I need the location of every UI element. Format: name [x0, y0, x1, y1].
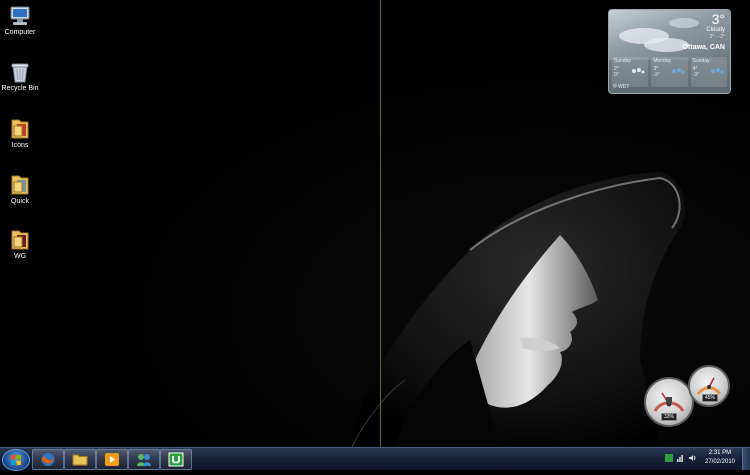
taskbar: 2:31 PM 27/02/2010: [0, 447, 750, 471]
desktop-icon-quick-folder[interactable]: Quick: [0, 172, 40, 205]
forecast-day-temps: 2° 0°: [614, 66, 619, 78]
forecast-day-name: Sunday: [614, 58, 631, 64]
window-edge-line: [380, 0, 381, 447]
snow-icon: [632, 68, 645, 74]
cpu-readout: 33%: [661, 413, 678, 421]
forecast-day-name: Sunday: [692, 58, 710, 64]
forecast-day: Sunday 4° -3°: [690, 57, 727, 87]
weather-city: Ottawa, CAN: [682, 44, 725, 51]
explorer-button[interactable]: [64, 449, 96, 470]
messenger-button[interactable]: [128, 449, 160, 470]
cpu-gauge: 33%: [644, 377, 694, 427]
weather-hi-lo: 3° - -2°: [709, 34, 725, 40]
show-desktop-button[interactable]: [742, 448, 750, 470]
utorrent-tray-icon[interactable]: [665, 454, 673, 462]
weather-credit: © WDT: [613, 84, 630, 90]
messenger-icon: [137, 454, 151, 466]
volume-icon[interactable]: [689, 454, 697, 462]
forecast-day: Monday 3° -3°: [651, 57, 688, 87]
start-button[interactable]: [2, 449, 30, 471]
weather-gadget[interactable]: 3° Cloudy 3° - -2° Ottawa, CAN Sunday 2°…: [608, 9, 731, 94]
forecast-day: Sunday 2° 0°: [612, 57, 649, 87]
weather-condition: Cloudy: [706, 27, 725, 33]
firefox-icon: [41, 453, 55, 466]
desktop-icon-label: Quick: [11, 198, 29, 205]
desktop-icon-icons-folder[interactable]: Icons: [0, 116, 40, 149]
firefox-button[interactable]: [32, 449, 64, 470]
taskbar-clock[interactable]: 2:31 PM 27/02/2010: [700, 449, 740, 467]
folder-icon: [11, 175, 29, 195]
folder-icon: [11, 119, 29, 139]
desktop-icon-label: Computer: [4, 29, 36, 36]
desktop-icon-label: Recycle Bin: [1, 85, 39, 92]
folder-icon: [72, 454, 88, 466]
network-icon[interactable]: [677, 454, 685, 462]
media-player-button[interactable]: [96, 449, 128, 470]
forecast-day-temps: 3° -3°: [653, 66, 660, 78]
weather-temperature: 3°: [711, 11, 725, 27]
computer-icon: [10, 6, 30, 25]
snow-icon: [710, 68, 724, 74]
folder-icon: [11, 230, 29, 250]
desktop-icon-recycle-bin[interactable]: Recycle Bin: [0, 61, 40, 92]
weather-forecast: Sunday 2° 0° Monday 3° -3° Sunday 4° -3°: [612, 57, 727, 87]
media-player-icon: [105, 453, 119, 466]
desktop-icon-label: WG: [13, 253, 27, 260]
windows-logo-icon: [11, 455, 21, 465]
forecast-day-name: Monday: [653, 58, 672, 64]
desktop-icon-wg-folder[interactable]: WG: [0, 227, 40, 260]
utorrent-button[interactable]: [160, 449, 192, 470]
recycle-bin-icon: [11, 63, 29, 83]
snow-icon: [671, 68, 685, 74]
clock-date: 27/02/2010: [704, 459, 736, 465]
ram-readout: 45%: [702, 394, 719, 402]
ram-gauge: 45%: [688, 365, 730, 407]
forecast-day-temps: 4° -3°: [692, 66, 700, 78]
utorrent-icon: [168, 452, 184, 467]
desktop-icon-computer[interactable]: Computer: [0, 5, 40, 36]
desktop-icon-label: Icons: [11, 142, 29, 149]
clock-time: 2:31 PM: [708, 450, 732, 456]
